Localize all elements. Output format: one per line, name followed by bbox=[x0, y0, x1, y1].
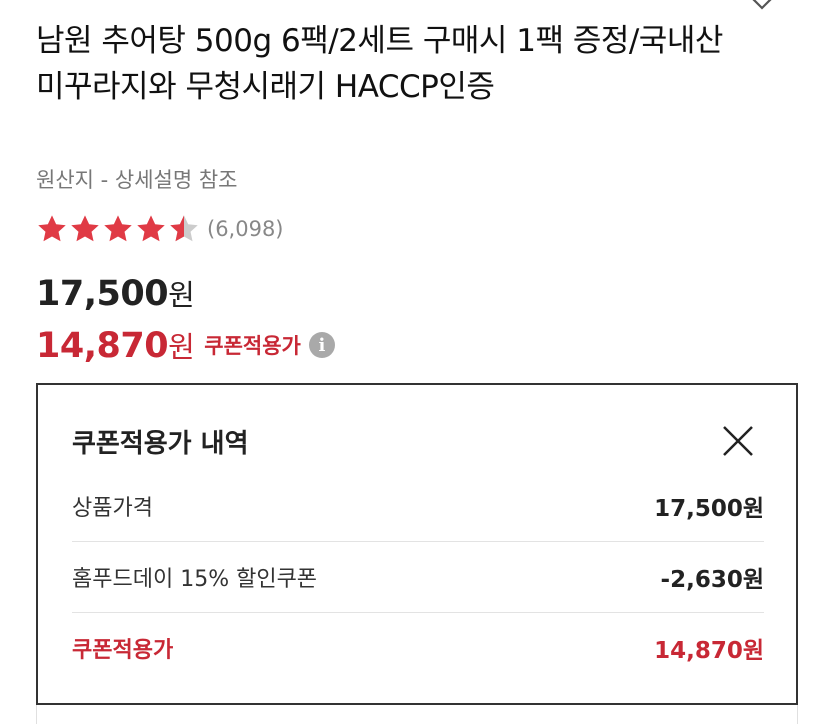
coupon-detail-popup: 쿠폰적용가 내역 상품가격 17,500원 홈푸드데이 15% 할인쿠폰 -2,… bbox=[36, 383, 798, 705]
star-half-icon bbox=[170, 215, 198, 242]
coupon-price-row[interactable]: 14,870원 쿠폰적용가 i bbox=[36, 324, 335, 366]
row-label: 홈푸드데이 15% 할인쿠폰 bbox=[72, 567, 318, 592]
rating-count[interactable]: (6,098) bbox=[207, 217, 284, 241]
product-origin: 원산지 - 상세설명 참조 bbox=[36, 168, 238, 192]
rating-row[interactable]: (6,098) bbox=[36, 211, 284, 247]
product-title: 남원 추어탕 500g 6팩/2세트 구매시 1팩 증정/국내산 미꾸라지와 무… bbox=[36, 23, 723, 105]
row-label: 쿠폰적용가 bbox=[72, 638, 174, 663]
popup-title: 쿠폰적용가 내역 bbox=[72, 429, 249, 459]
discount-row: 홈푸드데이 15% 할인쿠폰 -2,630원 bbox=[72, 542, 764, 613]
star-icon bbox=[104, 215, 132, 242]
content-below-divider bbox=[36, 705, 798, 724]
row-value: 14,870원 bbox=[654, 638, 764, 664]
currency-unit: 원 bbox=[168, 330, 195, 364]
original-price-value: 17,500 bbox=[36, 274, 169, 314]
final-price-row: 쿠폰적용가 14,870원 bbox=[72, 613, 764, 683]
currency-unit: 원 bbox=[168, 278, 195, 312]
coupon-price-value: 14,870 bbox=[36, 326, 169, 366]
coupon-price: 14,870원 bbox=[36, 324, 195, 366]
row-label: 상품가격 bbox=[72, 496, 153, 521]
close-icon[interactable] bbox=[718, 421, 758, 461]
star-icon bbox=[137, 215, 165, 242]
coupon-price-label: 쿠폰적용가 bbox=[204, 334, 301, 358]
original-price: 17,500원 bbox=[36, 272, 195, 314]
row-value: 17,500원 bbox=[654, 496, 764, 522]
star-icon bbox=[38, 215, 66, 242]
info-icon[interactable]: i bbox=[308, 332, 335, 358]
price-breakdown-row: 상품가격 17,500원 bbox=[72, 471, 764, 542]
wishlist-icon[interactable] bbox=[744, 0, 780, 18]
row-value: -2,630원 bbox=[660, 567, 764, 593]
rating-stars bbox=[36, 213, 201, 245]
star-icon bbox=[71, 215, 99, 242]
